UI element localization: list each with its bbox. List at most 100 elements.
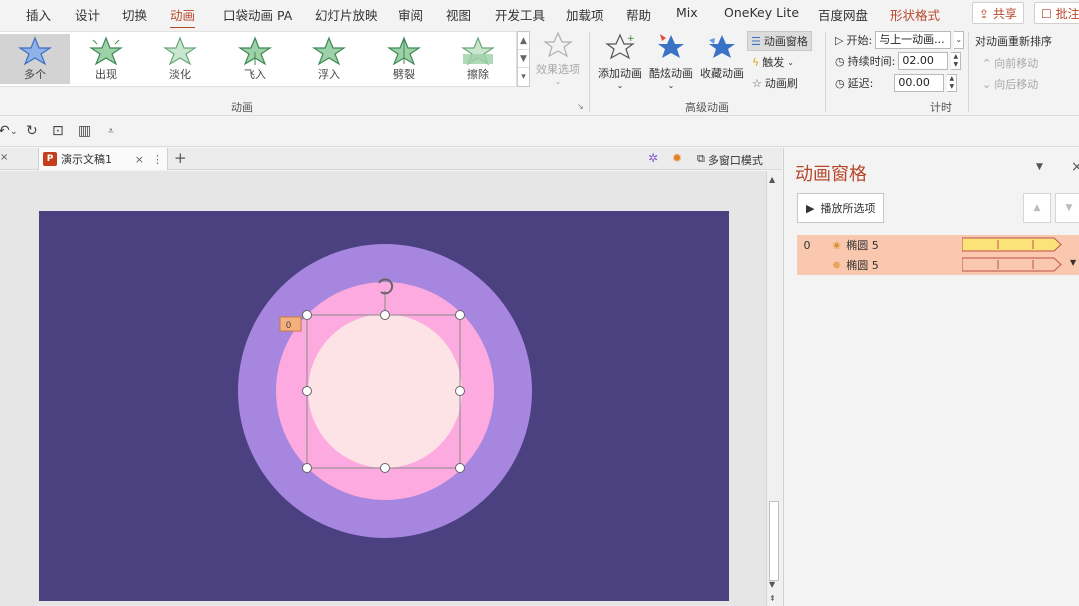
scroll-up-icon[interactable]: ▲ (769, 175, 775, 184)
pane-close-icon[interactable]: × (1071, 159, 1079, 175)
resize-handle[interactable] (455, 386, 465, 396)
delay-spinner[interactable]: ▲ ▼ (947, 74, 958, 92)
start-row: ▷ 开始: 与上一动画... ⌄ (835, 31, 965, 49)
move-down-button[interactable]: ▼ (1055, 193, 1079, 223)
chevron-down-icon[interactable]: ▼ (518, 50, 529, 68)
menu-pocket-animation[interactable]: 口袋动画 PA (223, 5, 292, 24)
tab-close-icon[interactable]: × (135, 153, 144, 166)
dialog-launcher-icon[interactable]: ↘ (577, 102, 584, 111)
fav-animation-button[interactable]: 收藏动画 (698, 32, 746, 81)
fly-in-star-icon (238, 36, 272, 66)
anim-split[interactable]: 劈裂 (369, 34, 439, 84)
anim-fly-in[interactable]: 飞入 (220, 34, 290, 84)
animation-painter-button[interactable]: ☆ 动画刷 (752, 75, 798, 91)
group-label-animation: 动画 (231, 101, 253, 114)
fav-star-icon (709, 35, 735, 58)
add-animation-button[interactable]: + 添加动画 ⌄ (596, 32, 644, 90)
anim-appear[interactable]: 出现 (71, 34, 141, 84)
customize-icon[interactable]: ⩡ (108, 126, 114, 137)
group-label-advanced: 高级动画 (685, 101, 729, 114)
comment-button[interactable]: ☐ 批注 (1034, 2, 1079, 24)
move-up-button[interactable]: ▲ (1023, 193, 1051, 223)
menu-review[interactable]: 审阅 (398, 5, 423, 24)
star-icon (18, 36, 52, 66)
add-star-icon: + (605, 33, 635, 60)
delay-input[interactable]: 00.00 (894, 74, 945, 92)
close-icon[interactable]: × (0, 152, 8, 163)
start-select[interactable]: 与上一动画... (875, 31, 952, 49)
menu-animations[interactable]: 动画 (170, 5, 196, 29)
resize-handle[interactable] (455, 463, 465, 473)
menu-transitions[interactable]: 切换 (122, 5, 147, 24)
scroll-thumb[interactable] (769, 501, 779, 581)
share-button[interactable]: ⇪ 共享 (972, 2, 1024, 24)
chart-icon[interactable]: ▥ (78, 123, 91, 139)
present-icon[interactable]: ⊡ (52, 123, 64, 139)
scroll-top-icon[interactable]: ⇞ (769, 594, 776, 603)
start-dropdown-icon[interactable]: ⌄ (954, 31, 965, 49)
undo-icon[interactable]: ↶ (0, 123, 10, 139)
cool-animation-button[interactable]: 酷炫动画 ⌄ (647, 32, 695, 90)
effect-options-button[interactable]: 效果选项 ⌄ (534, 31, 582, 86)
menu-help[interactable]: 帮助 (626, 5, 651, 24)
menu-design[interactable]: 设计 (75, 5, 100, 24)
timing-bar[interactable] (962, 257, 1062, 272)
move-later-button[interactable]: ⌄ 向后移动 (982, 76, 1038, 92)
gallery-expand-icon[interactable]: ▾ (518, 68, 529, 86)
resize-handle[interactable] (302, 310, 312, 320)
row-dropdown-icon[interactable]: ▼ (1070, 258, 1076, 267)
anim-multiple[interactable]: 多个 (0, 34, 70, 84)
trigger-button[interactable]: ϟ 触发 ⌄ (752, 54, 794, 70)
gallery-scroll[interactable]: ▲ ▼ ▾ (517, 31, 530, 87)
vertical-scrollbar[interactable]: ▲ ▼ ⇞ (766, 171, 782, 606)
resize-handle[interactable] (380, 463, 390, 473)
effect-icon[interactable]: ✲ (648, 151, 658, 165)
comment-icon: ☐ (1041, 7, 1052, 21)
menu-addins[interactable]: 加载项 (566, 5, 604, 24)
menu-baidu[interactable]: 百度网盘 (818, 5, 868, 24)
redo-icon[interactable]: ↻ (26, 123, 38, 139)
anim-wipe[interactable]: 擦除 (443, 34, 513, 84)
entrance-star-icon: ✬ (832, 238, 842, 252)
delay-row: ◷ 延迟: 00.00 ▲ ▼ (835, 74, 958, 92)
animation-pane-button[interactable]: ☰ 动画窗格 (747, 31, 812, 51)
menu-mix[interactable]: Mix (676, 5, 698, 20)
resize-handle[interactable] (302, 386, 312, 396)
pane-title: 动画窗格 (795, 164, 867, 185)
pane-options-icon[interactable]: ▼ (1036, 162, 1043, 172)
anim-fade[interactable]: 淡化 (145, 34, 215, 84)
svg-text:+: + (627, 34, 635, 44)
anim-float-in[interactable]: 浮入 (294, 34, 364, 84)
multi-window-button[interactable]: ⧉ 多窗口模式 (697, 152, 763, 168)
menu-view[interactable]: 视图 (446, 5, 471, 24)
play-selected-button[interactable]: ▶ 播放所选项 (797, 193, 884, 223)
resize-handle[interactable] (380, 310, 390, 320)
menu-slideshow[interactable]: 幻灯片放映 (315, 5, 378, 24)
move-earlier-button[interactable]: ⌃ 向前移动 (982, 55, 1038, 71)
clock-icon: ◷ (835, 76, 845, 90)
slide[interactable]: 0 (39, 211, 729, 601)
settings-icon[interactable]: ✹ (672, 151, 682, 165)
duration-spinner[interactable]: ▲ ▼ (951, 52, 962, 70)
tab-document[interactable]: P 演示文稿1 × ⋮ (38, 148, 168, 170)
tab-menu-icon[interactable]: ⋮ (152, 153, 163, 166)
menu-shape-format[interactable]: 形状格式 (890, 5, 940, 24)
scroll-down-icon[interactable]: ▼ (769, 580, 775, 589)
chevron-up-icon[interactable]: ▲ (518, 32, 529, 50)
new-tab-icon[interactable]: + (174, 149, 187, 167)
animation-list-item[interactable]: ✵ 椭圆 5 ▼ (797, 255, 1079, 275)
resize-handle[interactable] (302, 463, 312, 473)
menu-developer[interactable]: 开发工具 (495, 5, 545, 24)
resize-handle[interactable] (455, 310, 465, 320)
duration-input[interactable]: 02.00 (898, 52, 949, 70)
inner-circle[interactable] (308, 314, 462, 468)
animation-list-item[interactable]: 0 ✬ 椭圆 5 (797, 235, 1079, 255)
divider (968, 32, 969, 112)
menu-insert[interactable]: 插入 (26, 5, 51, 24)
undo-dropdown-icon[interactable]: ⌄ (10, 127, 18, 137)
fade-star-icon (163, 36, 197, 66)
arrow-down-icon: ⌄ (982, 77, 992, 91)
menu-onekey[interactable]: OneKey Lite (724, 5, 799, 20)
animation-pane: 动画窗格 ▼ × ▶ 播放所选项 ▲ ▼ 0 ✬ 椭圆 5 ✵ 椭圆 5 ▼ (783, 148, 1079, 606)
timing-bar[interactable] (962, 237, 1062, 252)
